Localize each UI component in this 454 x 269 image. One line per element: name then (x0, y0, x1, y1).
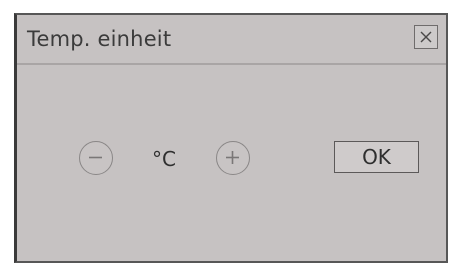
dialog-body: °C OK (17, 67, 446, 261)
temp-unit-dialog: Temp. einheit °C OK (14, 13, 448, 263)
decrement-button[interactable] (79, 141, 113, 175)
dialog-title: Temp. einheit (27, 27, 172, 51)
unit-value: °C (152, 147, 176, 171)
minus-icon (89, 156, 102, 159)
plus-icon (226, 151, 239, 164)
close-button[interactable] (414, 25, 438, 49)
increment-button[interactable] (216, 141, 250, 175)
close-icon (420, 31, 432, 43)
dialog-titlebar: Temp. einheit (17, 15, 446, 65)
ok-button[interactable]: OK (334, 141, 419, 173)
